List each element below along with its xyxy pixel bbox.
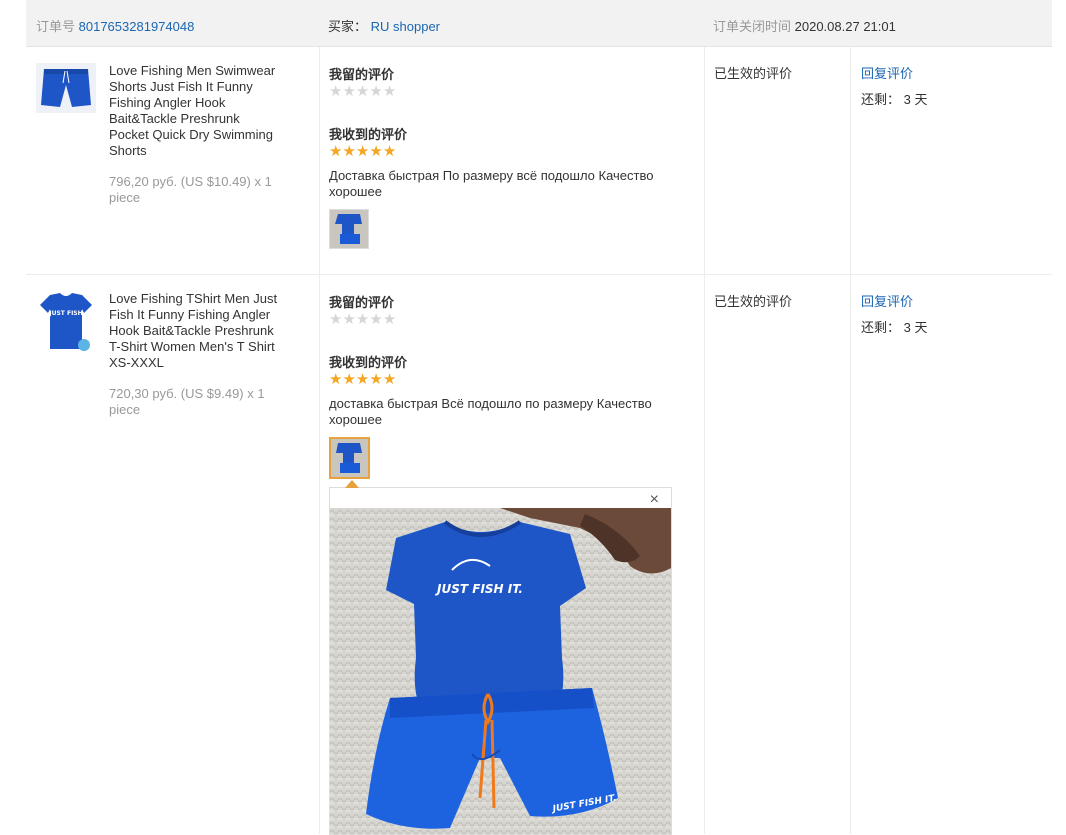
product-title[interactable]: Love Fishing TShirt Men Just Fish It Fun… bbox=[109, 291, 279, 371]
review-status: 已生效的评价 bbox=[714, 294, 793, 309]
star-icon: ★ bbox=[382, 83, 397, 100]
buyer-group: 买家： RU shopper bbox=[328, 16, 440, 35]
buyer-name-link[interactable]: RU shopper bbox=[371, 19, 440, 34]
order-number-link[interactable]: 8017653281974048 bbox=[79, 19, 195, 34]
received-review-label: 我收到的评价 bbox=[329, 355, 408, 370]
received-rating-stars: ★★★★★ bbox=[329, 143, 397, 160]
svg-text:JUST FISH: JUST FISH bbox=[48, 310, 82, 317]
star-icon: ★ bbox=[355, 311, 370, 328]
buyer-label: 买家： bbox=[328, 19, 368, 34]
closed-time-label: 订单关闭时间 bbox=[713, 19, 792, 34]
star-icon: ★ bbox=[382, 311, 397, 328]
close-icon[interactable]: × bbox=[650, 492, 659, 508]
shirt-print-text: JUST FISH IT. bbox=[435, 582, 523, 596]
product-thumbnail[interactable] bbox=[36, 63, 96, 123]
star-icon: ★ bbox=[342, 83, 356, 100]
star-icon: ★ bbox=[382, 143, 397, 160]
star-icon: ★ bbox=[369, 83, 383, 100]
my-rating-stars: ★★★★★ bbox=[329, 83, 397, 100]
star-icon: ★ bbox=[355, 143, 370, 160]
review-photo-image bbox=[331, 439, 368, 477]
product-price: 796,20 руб. (US $10.49) x 1 piece bbox=[109, 174, 272, 205]
tshirt-image: JUST FISH bbox=[36, 291, 96, 351]
photo-preview-popup: × JUST FISH IT. JUST FISH IT. bbox=[329, 480, 672, 835]
order-number-label: 订单号 bbox=[36, 19, 76, 34]
order-header: 订单号 8017653281974048 买家： RU shopper 订单关闭… bbox=[26, 0, 1052, 47]
product-price: 720,30 руб. (US $9.49) x 1 piece bbox=[109, 386, 265, 417]
remaining-label: 还剩： bbox=[861, 320, 901, 335]
star-icon: ★ bbox=[369, 311, 383, 328]
reply-review-link[interactable]: 回复评价 bbox=[861, 291, 913, 310]
review-status: 已生效的评价 bbox=[714, 66, 793, 81]
shorts-image bbox=[36, 63, 96, 113]
star-icon: ★ bbox=[369, 143, 383, 160]
star-icon: ★ bbox=[329, 143, 343, 160]
star-icon: ★ bbox=[329, 311, 343, 328]
my-review-label: 我留的评价 bbox=[329, 67, 395, 82]
star-icon: ★ bbox=[342, 371, 356, 388]
popup-caret bbox=[345, 480, 359, 488]
star-icon: ★ bbox=[342, 143, 356, 160]
star-icon: ★ bbox=[355, 83, 370, 100]
star-icon: ★ bbox=[382, 371, 397, 388]
star-icon: ★ bbox=[329, 371, 343, 388]
review-photo-image bbox=[330, 210, 368, 248]
preview-photo-image: JUST FISH IT. JUST FISH IT. bbox=[330, 508, 671, 835]
preview-photo: JUST FISH IT. JUST FISH IT. bbox=[330, 508, 671, 835]
star-icon: ★ bbox=[355, 371, 370, 388]
product-title[interactable]: Love Fishing Men Swimwear Shorts Just Fi… bbox=[109, 63, 279, 159]
my-rating-stars: ★★★★★ bbox=[329, 311, 397, 328]
remaining-value: 3 天 bbox=[903, 320, 928, 335]
reply-review-link[interactable]: 回复评价 bbox=[861, 63, 913, 82]
review-photo-thumbnail[interactable] bbox=[329, 209, 369, 249]
remaining-time: 还剩： 3 天 bbox=[861, 317, 927, 336]
received-rating-stars: ★★★★★ bbox=[329, 371, 397, 388]
star-icon: ★ bbox=[329, 83, 343, 100]
review-text: Доставка быстрая По размеру всё подошло … bbox=[329, 168, 654, 199]
my-review-label: 我留的评价 bbox=[329, 295, 395, 310]
product-thumbnail[interactable]: JUST FISH bbox=[36, 291, 96, 351]
closed-time-value: 2020.08.27 21:01 bbox=[794, 19, 896, 34]
remaining-value: 3 天 bbox=[903, 92, 928, 107]
star-icon: ★ bbox=[369, 371, 383, 388]
order-number-group: 订单号 8017653281974048 bbox=[36, 16, 194, 35]
order-item-row: Love Fishing Men Swimwear Shorts Just Fi… bbox=[26, 47, 1052, 275]
closed-time-group: 订单关闭时间 2020.08.27 21:01 bbox=[713, 16, 896, 35]
received-review-label: 我收到的评价 bbox=[329, 127, 408, 142]
review-text: доставка быстрая Всё подошло по размеру … bbox=[329, 396, 652, 427]
review-photo-thumbnail[interactable] bbox=[329, 437, 370, 479]
remaining-time: 还剩： 3 天 bbox=[861, 89, 927, 108]
star-icon: ★ bbox=[342, 311, 356, 328]
order-panel: 订单号 8017653281974048 买家： RU shopper 订单关闭… bbox=[26, 0, 1052, 835]
remaining-label: 还剩： bbox=[861, 92, 901, 107]
